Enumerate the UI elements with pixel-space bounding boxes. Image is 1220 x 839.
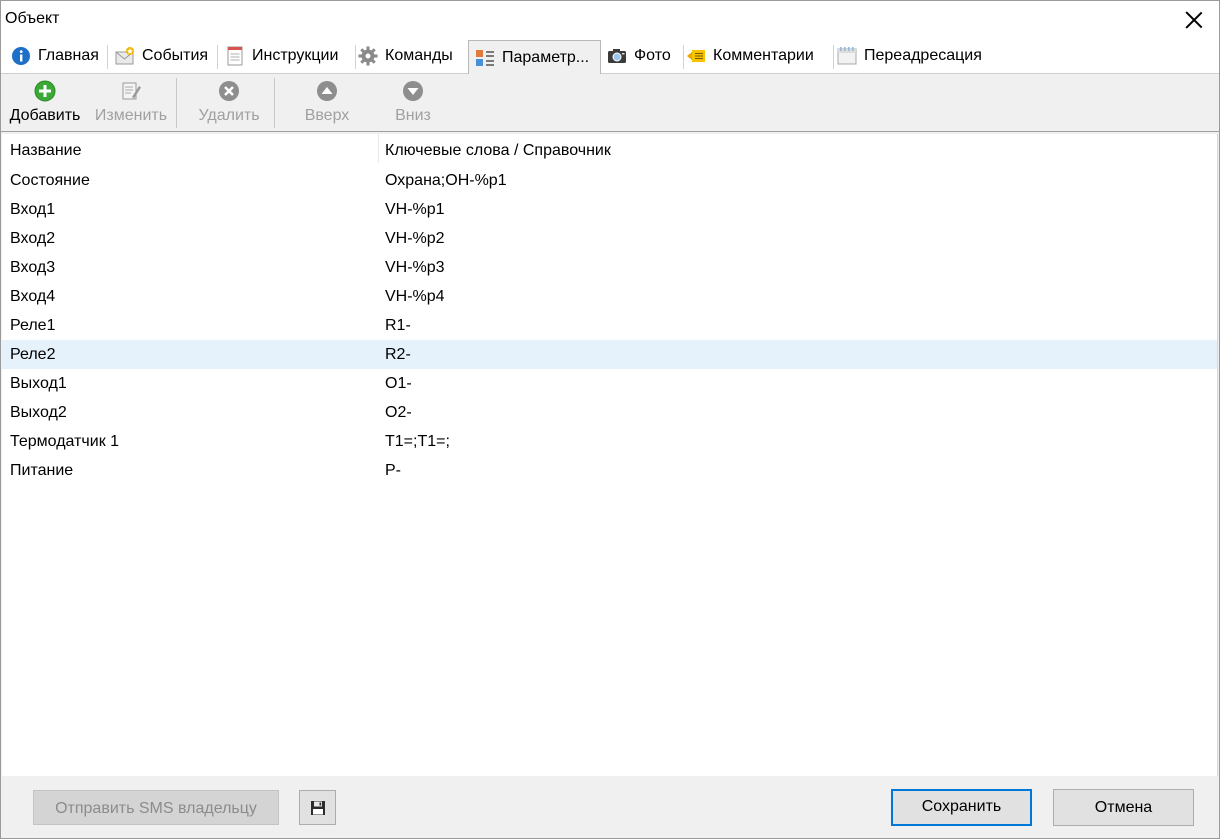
cell-keywords: VH-%p1 (385, 201, 445, 218)
tab-label: События (142, 47, 209, 64)
table-row-selected[interactable]: Реле2 R2- (2, 340, 1218, 369)
save-disk-button[interactable] (299, 790, 336, 825)
move-down-label: Вниз (395, 107, 431, 124)
floppy-disk-icon (310, 801, 325, 815)
window-title: Объект (5, 10, 60, 27)
plus-circle-icon (34, 80, 56, 102)
add-label: Добавить (9, 107, 81, 124)
cell-name: Состояние (10, 172, 90, 189)
document-icon (227, 46, 243, 66)
tab-events[interactable]: События (105, 39, 218, 73)
cell-name: Выход2 (10, 404, 67, 421)
envelope-star-icon (115, 47, 134, 65)
cell-keywords: R2- (385, 346, 411, 363)
cell-keywords: VH-%p2 (385, 230, 445, 247)
tab-label: Переадресация (864, 47, 982, 64)
gear-icon (358, 46, 378, 66)
column-header-name[interactable]: Название (10, 142, 82, 160)
send-sms-owner-button[interactable]: Отправить SMS владельцу (33, 790, 279, 825)
arrow-down-circle-icon (403, 81, 423, 101)
cell-name: Вход3 (10, 259, 56, 276)
tab-label: Главная (38, 47, 99, 64)
tab-comments[interactable]: Комментарии (676, 39, 834, 73)
cell-name: Вход4 (10, 288, 56, 305)
tab-strip: Главная События Инструкции Команды Парам… (1, 39, 1219, 75)
tab-label: Фото (634, 47, 671, 64)
cell-name: Выход1 (10, 375, 67, 392)
delete-circle-icon (219, 81, 239, 101)
cell-keywords: Охрана;ОН-%p1 (385, 172, 507, 189)
table-row[interactable]: Питание P- (2, 456, 1218, 485)
edit-label: Изменить (94, 107, 168, 124)
table-header: Название Ключевые слова / Справочник (2, 134, 1218, 163)
cell-keywords: O2- (385, 404, 412, 421)
tab-label: Параметр... (502, 49, 590, 66)
info-icon (12, 47, 30, 65)
column-header-keywords[interactable]: Ключевые слова / Справочник (385, 142, 611, 160)
title-bar: Объект (1, 1, 1219, 39)
parameters-icon (476, 50, 494, 66)
comments-icon (687, 50, 705, 62)
toolbar-separator (274, 78, 275, 128)
table-row[interactable]: Термодатчик 1 T1=;T1=; (2, 427, 1218, 456)
cell-keywords: VH-%p3 (385, 259, 445, 276)
save-button[interactable]: Сохранить (891, 789, 1032, 826)
table-row[interactable]: Вход1 VH-%p1 (2, 195, 1218, 224)
close-icon[interactable] (1181, 7, 1207, 33)
toolbar-separator (176, 78, 177, 128)
cell-keywords: R1- (385, 317, 411, 334)
table-row[interactable]: Выход1 O1- (2, 369, 1218, 398)
tab-main[interactable]: Главная (1, 39, 108, 73)
tab-label: Комментарии (713, 47, 814, 64)
calendar-icon (837, 47, 857, 65)
table-row[interactable]: Выход2 O2- (2, 398, 1218, 427)
cell-keywords: VH-%p4 (385, 288, 445, 305)
camera-icon (608, 49, 626, 63)
table-row[interactable]: Состояние Охрана;ОН-%p1 (2, 166, 1218, 195)
tab-forwarding[interactable]: Переадресация (827, 39, 1002, 73)
delete-button[interactable]: Удалить (187, 74, 271, 131)
move-down-button[interactable]: Вниз (371, 74, 455, 131)
parameters-table: Название Ключевые слова / Справочник Сос… (2, 134, 1218, 776)
cell-name: Реле2 (10, 346, 56, 363)
tab-instructions[interactable]: Инструкции (215, 39, 356, 73)
cell-name: Питание (10, 462, 74, 479)
table-row[interactable]: Вход2 VH-%p2 (2, 224, 1218, 253)
table-row[interactable]: Вход4 VH-%p4 (2, 282, 1218, 311)
table-row[interactable]: Реле1 R1- (2, 311, 1218, 340)
tab-label: Команды (385, 47, 453, 64)
cell-name: Вход2 (10, 230, 56, 247)
footer-bar: Отправить SMS владельцу Сохранить Отмена (1, 777, 1219, 838)
tab-label: Инструкции (252, 47, 339, 64)
edit-note-icon (122, 82, 141, 100)
move-up-button[interactable]: Вверх (285, 74, 369, 131)
tab-commands[interactable]: Команды (348, 39, 469, 73)
add-button[interactable]: Добавить (3, 74, 87, 131)
tab-photo[interactable]: Фото (597, 39, 684, 73)
cell-name: Вход1 (10, 201, 56, 218)
cancel-button[interactable]: Отмена (1053, 789, 1194, 826)
move-up-label: Вверх (304, 107, 350, 124)
cell-keywords: O1- (385, 375, 412, 392)
cell-name: Термодатчик 1 (10, 433, 120, 450)
cell-keywords: P- (385, 462, 401, 479)
tab-parameters[interactable]: Параметр... (468, 40, 601, 75)
arrow-up-circle-icon (317, 81, 337, 101)
cell-name: Реле1 (10, 317, 56, 334)
delete-label: Удалить (198, 107, 260, 124)
edit-button[interactable]: Изменить (89, 74, 173, 131)
cell-keywords: T1=;T1=; (385, 433, 450, 450)
object-window: Объект Главная События Инструкции Команд… (0, 0, 1220, 839)
table-row[interactable]: Вход3 VH-%p3 (2, 253, 1218, 282)
grid-right-border (1217, 134, 1218, 776)
toolbar: Добавить Изменить Удалить Вверх Вниз (1, 74, 1219, 132)
